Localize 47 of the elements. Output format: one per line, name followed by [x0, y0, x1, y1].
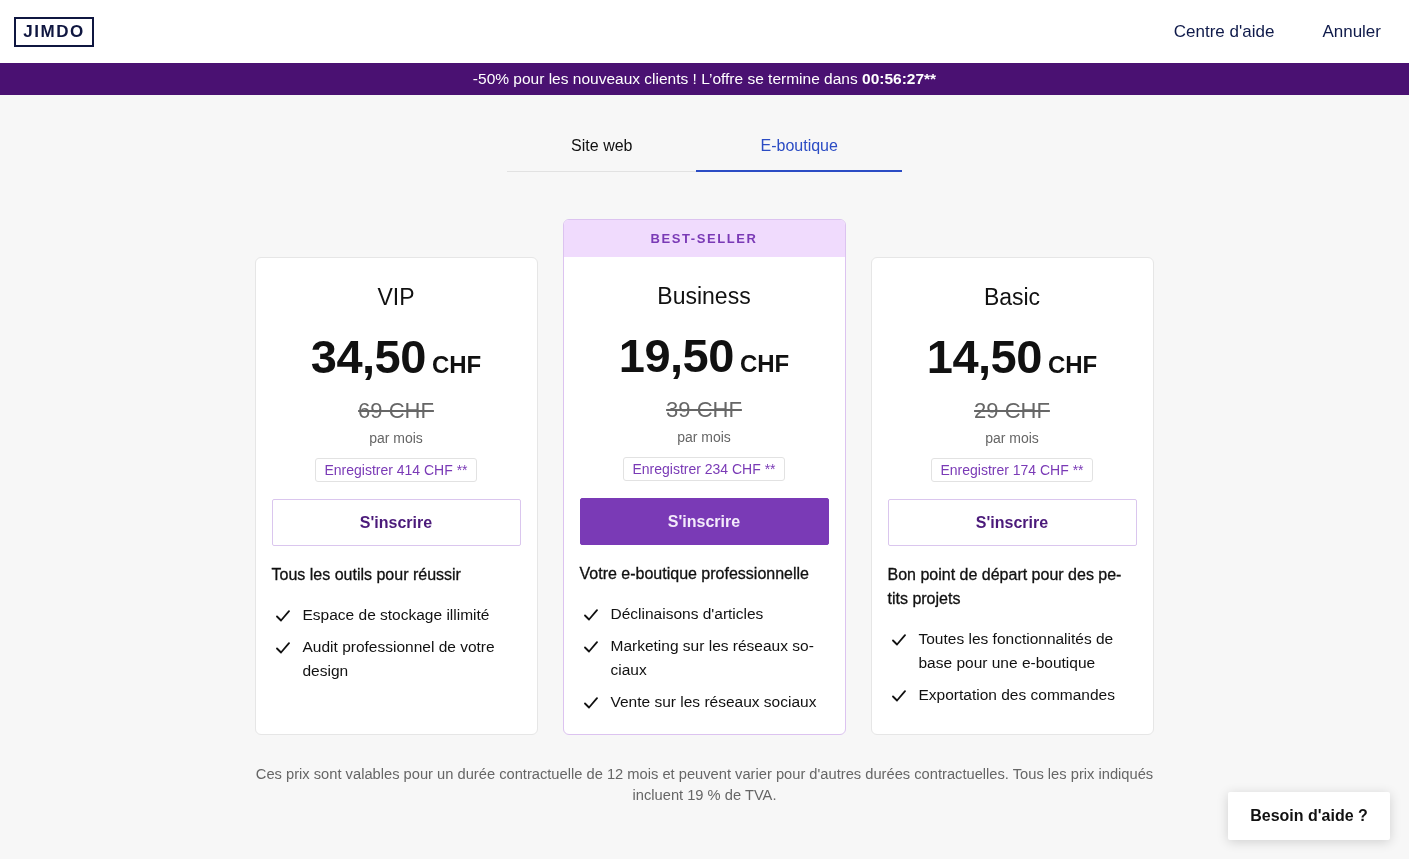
check-icon — [275, 610, 290, 622]
signup-button[interactable]: S'inscrire — [887, 499, 1137, 546]
plan-description: Tous les outils pour réussir — [271, 565, 462, 585]
check-icon — [583, 641, 598, 653]
plan-price: 34,50 — [310, 329, 426, 385]
billing-period: par mois — [677, 428, 731, 447]
nav-link[interactable]: Centre d'aide — [1173, 21, 1275, 42]
old-price: 29 CHF — [974, 397, 1050, 425]
currency-label: CHF — [1047, 350, 1098, 380]
feature-text: Vente sur les réseaux sociaux — [610, 692, 817, 712]
savings-tag: Enregistrer 414 CHF ** — [315, 458, 477, 482]
tab[interactable]: Site web — [507, 122, 697, 172]
plan-price: 14,50 — [926, 329, 1042, 385]
plan-description: Bon point de départ pour des pe-tits projets — [887, 565, 1123, 609]
check-icon — [583, 609, 598, 621]
price-footnote: Ces prix sont valables pour un durée contractuelle de 12 mois et peuvent varier pour d'autres durées contractuelles. Tous les prix indiqués incluent 19 % de TVA. — [254, 765, 1155, 805]
check-icon — [583, 697, 598, 709]
help-button[interactable]: Besoin d'aide ? — [1228, 792, 1390, 840]
tab[interactable]: E-boutique — [696, 122, 902, 172]
plan-name: Business — [657, 282, 751, 310]
plan-price: 19,50 — [618, 328, 734, 384]
currency-label: CHF — [431, 350, 482, 380]
plan-name: Basic — [983, 283, 1041, 311]
savings-tag: Enregistrer 174 CHF ** — [931, 458, 1093, 482]
old-price: 39 CHF — [666, 396, 742, 424]
billing-period: par mois — [985, 429, 1039, 448]
promo-text: -50% pour les nouveaux clients ! L’offre se termine dans 00:56:27** — [472, 70, 937, 88]
feature-text: Exportation des commandes — [918, 685, 1115, 705]
billing-period: par mois — [369, 429, 423, 448]
currency-label: CHF — [739, 349, 790, 379]
check-icon — [891, 690, 906, 702]
signup-button[interactable]: S'inscrire — [579, 498, 829, 545]
old-price: 69 CHF — [358, 397, 434, 425]
feature-text: Déclinaisons d'articles — [610, 604, 764, 624]
feature-text: Audit professionnel de votre design — [302, 637, 496, 681]
feature-text: Espace de stockage illimité — [302, 605, 490, 625]
logo[interactable]: JIMDO — [14, 16, 94, 47]
nav-link[interactable]: Annuler — [1322, 21, 1381, 42]
plan-name: VIP — [377, 283, 415, 311]
feature-text: Marketing sur les réseaux so-ciaux — [610, 636, 815, 680]
signup-button[interactable]: S'inscrire — [271, 499, 521, 546]
feature-text: Toutes les fonctionnalités de base pour une e-boutique — [918, 629, 1115, 673]
plan-description: Votre e-boutique professionnelle — [579, 564, 810, 584]
check-icon — [275, 642, 290, 654]
check-icon — [891, 634, 906, 646]
savings-tag: Enregistrer 234 CHF ** — [623, 457, 785, 481]
best-seller-label: BEST-SELLER — [563, 220, 845, 257]
